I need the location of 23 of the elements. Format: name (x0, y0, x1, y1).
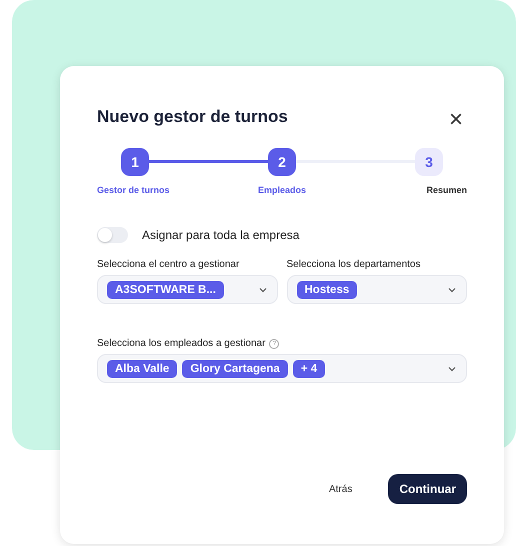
step-label: Gestor de turnos (97, 185, 170, 195)
selected-tag: Glory Cartagena (182, 360, 288, 378)
close-button[interactable]: × (444, 110, 467, 130)
select-field[interactable]: A3SOFTWARE B... (97, 275, 278, 304)
selected-tag: Hostess (296, 280, 358, 298)
toggle-switch[interactable] (97, 227, 128, 243)
step-number: 2 (268, 148, 296, 176)
step-label: Empleados (258, 185, 306, 195)
selected-tag: + 4 (292, 360, 326, 378)
step-number: 3 (414, 148, 443, 176)
selected-tag: A3SOFTWARE B... (107, 280, 224, 298)
field-label: Selecciona los departamentos (286, 259, 420, 270)
field-label: Selecciona los empleados a gestionar (97, 338, 266, 349)
select-field[interactable]: Hostess (286, 275, 467, 304)
toggle-label: Asignar para toda la empresa (142, 228, 300, 242)
selected-tag: Alba Valle (107, 360, 178, 378)
select-field[interactable]: Alba Valle Glory Cartagena + 4 (97, 354, 467, 383)
step-label: Resumen (426, 185, 467, 195)
dialog-title: Nuevo gestor de turnos (97, 107, 288, 127)
step-number: 1 (121, 148, 149, 176)
continue-button[interactable]: Continuar (388, 474, 467, 504)
back-button[interactable]: Atrás (322, 482, 358, 496)
field-label: Selecciona el centro a gestionar (97, 259, 240, 270)
